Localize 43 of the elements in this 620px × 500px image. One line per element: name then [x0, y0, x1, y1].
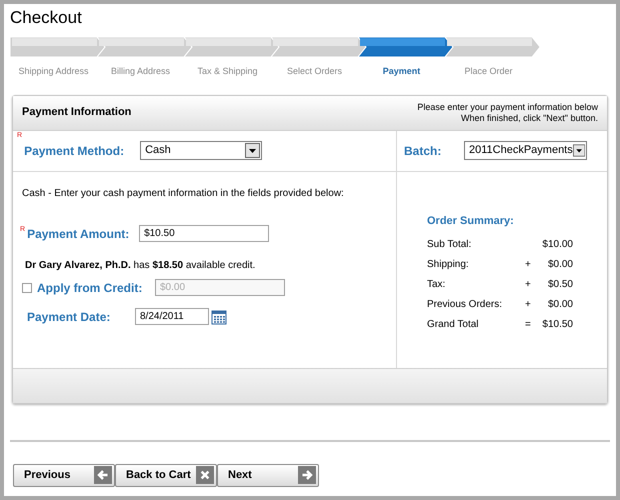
- payment-method-dropdown[interactable]: Cash: [140, 141, 262, 160]
- summary-amount: $0.50: [546, 278, 573, 292]
- summary-label: Shipping:: [427, 258, 470, 272]
- step-label: Billing Address: [110, 65, 170, 78]
- summary-amount: $10.50: [541, 318, 573, 332]
- field-label: Payment Method:: [24, 142, 126, 160]
- step-label: Place Order: [464, 65, 513, 78]
- step-label: Shipping Address: [18, 65, 89, 78]
- page-title: Checkout: [10, 8, 83, 28]
- summary-label: Previous Orders:: [427, 298, 504, 312]
- summary-operator: +: [525, 298, 531, 310]
- field-label: Payment Date:: [27, 308, 112, 326]
- credit-note: Dr Gary Alvarez, Ph.D. has $18.50 available credit.: [25, 258, 256, 272]
- batch-dropdown[interactable]: 2011CheckPayments: [464, 141, 587, 160]
- nav-button[interactable]: Next: [217, 464, 319, 486]
- step-label: Payment: [382, 65, 420, 78]
- nav-button[interactable]: Previous: [13, 464, 115, 486]
- field-label: Payment Amount:: [27, 226, 130, 242]
- summary-operator: =: [525, 318, 531, 330]
- calendar-icon[interactable]: [211, 308, 227, 324]
- field-label: Apply from Credit:: [37, 280, 144, 296]
- summary-label: Sub Total:: [427, 238, 472, 252]
- summary-label: Grand Total: [427, 318, 480, 332]
- instruction-text: When finished, click "Next" button.: [461, 112, 598, 124]
- payment-date-field[interactable]: 8/24/2011: [135, 308, 209, 325]
- summary-amount: $0.00: [546, 258, 573, 272]
- summary-amount: $0.00: [546, 298, 573, 312]
- instruction-text: Please enter your payment information below: [417, 102, 598, 112]
- summary-operator: +: [525, 258, 531, 270]
- step-label: Select Orders: [286, 65, 342, 78]
- summary-amount: $10.00: [541, 238, 573, 252]
- step-label: Tax & Shipping: [197, 65, 258, 78]
- summary-operator: +: [525, 278, 531, 290]
- nav-button[interactable]: Back to Cart: [115, 464, 217, 486]
- payment-amount-field[interactable]: $10.50: [139, 225, 270, 242]
- close-icon: [196, 466, 214, 484]
- description-text: Cash - Enter your cash payment information in the fields provided below:: [22, 186, 345, 200]
- summary-title: Order Summary:: [427, 214, 515, 228]
- panel-title: Payment Information: [22, 105, 132, 120]
- dropdown-caret-icon: [245, 143, 260, 158]
- dropdown-caret-icon: [572, 143, 585, 158]
- field-label: Batch:: [404, 142, 442, 160]
- summary-label: Tax:: [427, 278, 446, 292]
